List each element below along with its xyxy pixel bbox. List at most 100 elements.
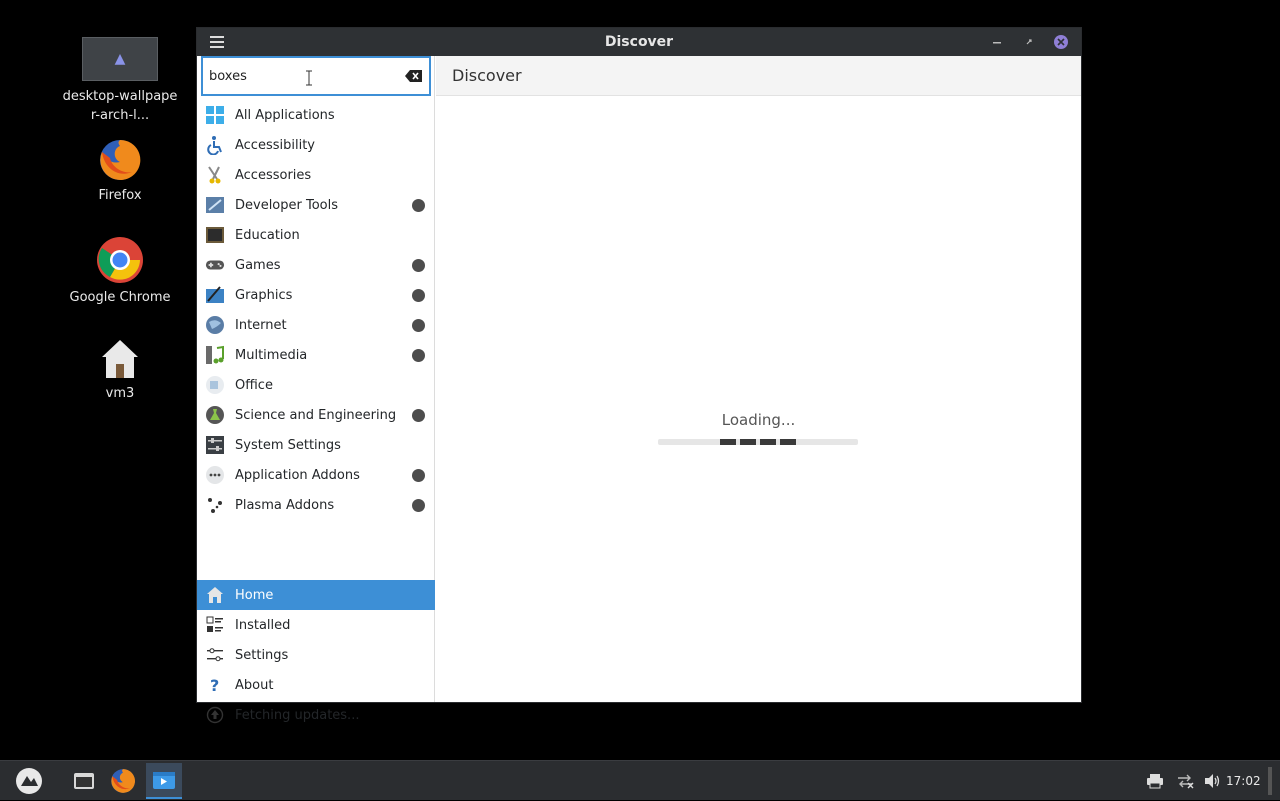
text-cursor-icon [306,70,312,86]
category-item-all-applications[interactable]: All Applications [197,100,435,130]
home-icon [205,585,225,605]
office-icon [205,375,225,395]
category-label: Plasma Addons [235,497,335,513]
category-label: Graphics [235,287,293,303]
main-pane: Discover Loading... [436,56,1081,702]
category-badge [412,199,425,212]
search-input[interactable] [209,65,399,87]
sidebar: All Applications Accessibility Accessories… [197,56,435,724]
desktop-icon-label: Google Chrome [69,290,171,305]
nav-item-home[interactable]: Home [197,580,435,610]
category-item-accessibility[interactable]: Accessibility [197,130,435,160]
home-folder-icon [100,338,140,380]
category-badge [412,469,425,482]
close-icon[interactable] [1051,32,1071,52]
main-header: Discover [436,56,1081,96]
category-item-internet[interactable]: Internet [197,310,435,340]
nav-label: Installed [235,617,291,633]
category-badge [412,259,425,272]
restore-icon[interactable] [1019,32,1039,52]
window-titlebar[interactable]: Discover [197,28,1081,56]
nav-item-installed[interactable]: Installed [197,610,435,640]
printer-icon[interactable] [1139,765,1171,797]
all-apps-icon [205,105,225,125]
desktop-icon-firefox[interactable]: Firefox [62,138,178,205]
category-item-system-settings[interactable]: System Settings [197,430,435,460]
taskbar: 17:02 [0,760,1280,800]
show-desktop-handle[interactable] [1268,767,1272,795]
desktop-icon-label: desktop-wallpaper-arch-l... [62,89,178,123]
category-label: Developer Tools [235,197,339,213]
graphics-icon [205,285,225,305]
category-label: Accessories [235,167,312,183]
loading-label: Loading... [721,411,796,429]
accessibility-icon [205,135,225,155]
loading-segment [760,439,776,445]
chrome-icon [96,236,144,284]
category-label: Office [235,377,273,393]
category-label: System Settings [235,437,341,453]
nav-item-settings[interactable]: Settings [197,640,435,670]
category-item-science-and-engineering[interactable]: Science and Engineering [197,400,435,430]
desktop-icon-vm3[interactable]: vm3 [62,338,178,403]
clock[interactable]: 17:02 [1226,761,1261,801]
discover-window: Discover All Applications Accessibility Ac… [197,28,1081,724]
category-item-plasma-addons[interactable]: Plasma Addons [197,490,435,520]
category-label: All Applications [235,107,335,123]
loading-segment [740,439,756,445]
system-settings-icon [205,435,225,455]
category-label: Science and Engineering [235,407,397,423]
updates-icon [205,705,225,725]
desktop: ▲ desktop-wallpaper-arch-l... Firefox Go… [0,0,1280,760]
science-icon [205,405,225,425]
firefox-icon [98,138,142,182]
settings-icon [205,645,225,665]
category-item-multimedia[interactable]: Multimedia [197,340,435,370]
nav-item-about[interactable]: ? About [197,670,435,700]
svg-text:?: ? [210,676,219,694]
loading-indicator [658,439,858,445]
category-item-application-addons[interactable]: Application Addons [197,460,435,490]
minimize-icon[interactable] [987,32,1007,52]
terminal-icon[interactable] [68,765,100,797]
desktop-icon-chrome[interactable]: Google Chrome [62,236,178,307]
discover-taskbar-icon[interactable] [146,763,182,799]
search-field[interactable] [201,56,431,96]
accessories-icon [205,165,225,185]
category-badge [412,409,425,422]
category-item-developer-tools[interactable]: Developer Tools [197,190,435,220]
category-label: Games [235,257,281,273]
desktop-icon-wallpaper[interactable]: ▲ desktop-wallpaper-arch-l... [62,37,178,125]
window-title: Discover [604,34,674,50]
category-label: Multimedia [235,347,308,363]
loading-segment [720,439,736,445]
category-badge [412,289,425,302]
category-label: Education [235,227,300,243]
application-addons-icon [205,465,225,485]
about-icon: ? [205,675,225,695]
volume-icon[interactable] [1196,765,1228,797]
category-label: Application Addons [235,467,360,483]
desktop-icon-label: vm3 [105,386,135,401]
games-icon [205,255,225,275]
category-item-office[interactable]: Office [197,370,435,400]
nav-label: Fetching updates... [235,707,360,723]
plasma-addons-icon [205,495,225,515]
wallpaper-thumbnail-icon: ▲ [82,37,158,81]
multimedia-icon [205,345,225,365]
application-launcher-icon[interactable] [13,765,45,797]
category-item-education[interactable]: Education [197,220,435,250]
installed-icon [205,615,225,635]
nav-label: About [235,677,274,693]
category-item-graphics[interactable]: Graphics [197,280,435,310]
category-badge [412,499,425,512]
education-icon [205,225,225,245]
category-badge [412,349,425,362]
firefox-taskbar-icon[interactable] [107,765,139,797]
category-badge [412,319,425,332]
nav-item-fetching-updates[interactable]: Fetching updates... [197,700,435,730]
clear-search-icon[interactable] [405,69,423,83]
category-item-accessories[interactable]: Accessories [197,160,435,190]
developer-tools-icon [205,195,225,215]
category-item-games[interactable]: Games [197,250,435,280]
